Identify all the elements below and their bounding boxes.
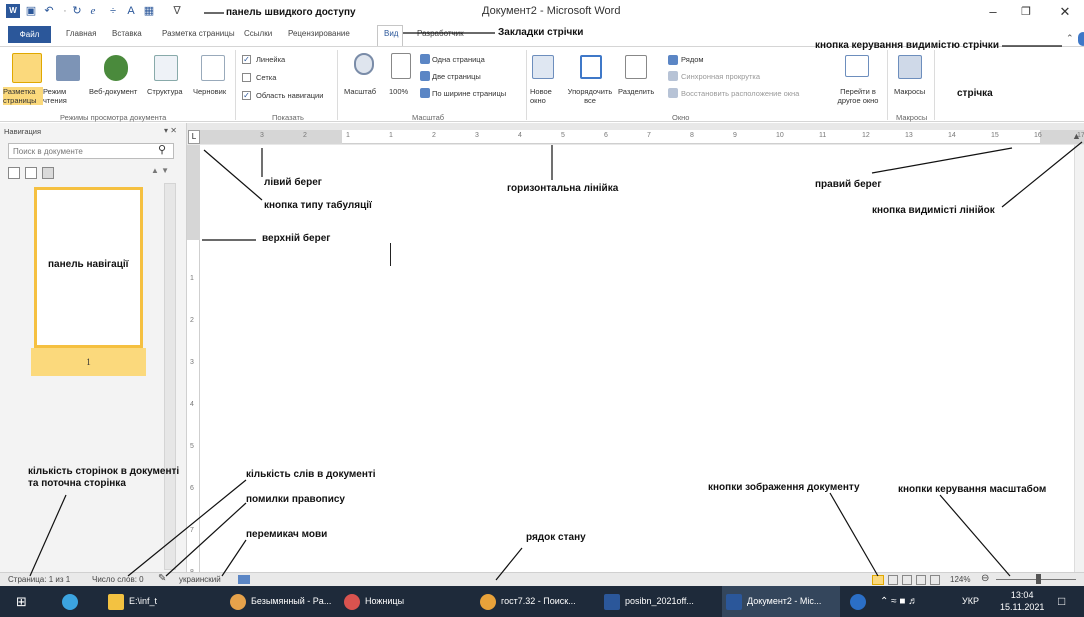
tab-type-pointer <box>203 149 263 201</box>
callout-page-count: кількість сторінок в документі та поточн… <box>28 466 180 489</box>
callout-spelling: помилки правопису <box>246 494 345 505</box>
callout-ribbon: стрічка <box>957 88 993 99</box>
callout-top-margin: верхній берег <box>262 233 331 244</box>
callout-lang-switch: перемикач мови <box>246 529 328 540</box>
callout-left-margin: лівий берег <box>264 177 322 188</box>
callout-zoom-buttons: кнопки керування масштабом <box>898 484 1047 495</box>
annotation-lines <box>29 12 1083 581</box>
ruler-visibility-pointer <box>1001 141 1083 208</box>
callout-word-count: кількість слів в документі <box>246 469 376 480</box>
view-buttons-pointer <box>829 492 879 577</box>
callout-nav-pane: панель навігації <box>48 259 129 270</box>
callout-tab-type: кнопка типу табуляції <box>264 200 372 211</box>
word-count-pointer <box>127 479 247 577</box>
zoom-buttons-pointer <box>939 494 1011 577</box>
right-margin-pointer <box>871 147 1013 174</box>
page-count-pointer <box>29 494 67 577</box>
callout-right-margin: правий берег <box>815 179 882 190</box>
callout-view-buttons: кнопки зображення документу <box>708 482 860 493</box>
callout-status-bar: рядок стану <box>526 532 586 543</box>
status-bar-pointer <box>495 547 523 581</box>
callout-h-ruler: горизонтальна лінійка <box>507 183 619 194</box>
spelling-pointer <box>165 502 247 577</box>
callout-ruler-visibility: кнопка видимісті лінійок <box>872 205 995 216</box>
lang-switch-pointer <box>221 539 247 577</box>
callout-ribbon-visibility: кнопка керування видимістю стрічки <box>815 40 999 51</box>
callout-quick-access: панель швидкого доступу <box>226 7 356 18</box>
callout-ribbon-tabs: Закладки стрічки <box>498 27 584 38</box>
